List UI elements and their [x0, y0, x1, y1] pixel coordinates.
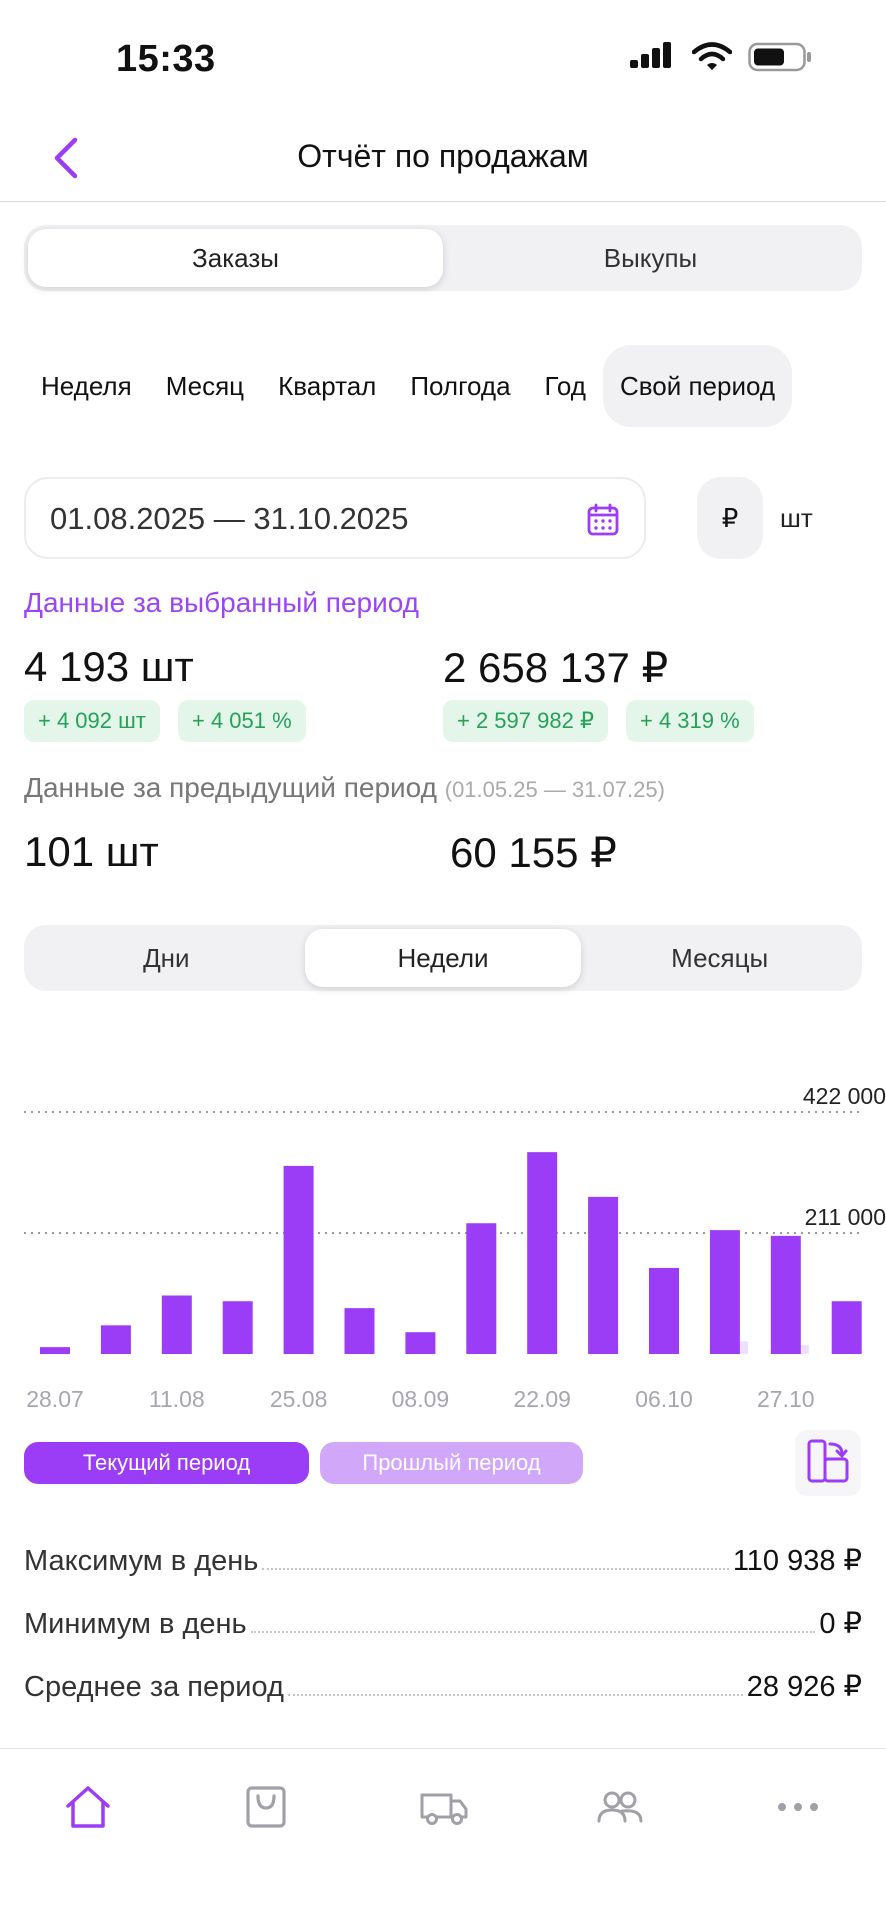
period-tab-week[interactable]: Неделя — [24, 345, 149, 427]
stat-leader-line — [250, 1631, 816, 1633]
unit-sht-button[interactable]: шт — [780, 477, 813, 559]
status-time: 15:33 — [116, 38, 216, 80]
current-quantity: 4 193 шт — [24, 643, 194, 690]
tab-home[interactable] — [58, 1779, 118, 1839]
period-tab-half-year[interactable]: Полгода — [393, 345, 527, 427]
tab-orders[interactable]: Заказы — [28, 229, 443, 287]
stat-label-max: Максимум в день — [24, 1545, 259, 1577]
date-range-field[interactable]: 01.08.2025 — 31.10.2025 — [24, 477, 646, 559]
stat-value-min: 0 ₽ — [819, 1608, 862, 1640]
chart-bar-current — [709, 1230, 740, 1354]
battery-icon — [748, 42, 812, 77]
calendar-icon[interactable] — [586, 503, 620, 542]
quantity-delta-badge: + 4 092 шт — [24, 700, 160, 742]
page-title: Отчёт по продажам — [297, 138, 589, 174]
rotate-screen-button[interactable] — [795, 1430, 861, 1496]
wifi-icon — [691, 42, 733, 77]
unit-rub-button[interactable]: ₽ — [697, 477, 763, 559]
period-tab-quarter[interactable]: Квартал — [261, 345, 393, 427]
chart-bar-current — [649, 1267, 679, 1354]
chart-x-tick-label: 08.09 — [392, 1386, 450, 1412]
revenue-delta-badge: + 2 597 982 ₽ — [443, 700, 608, 742]
more-icon — [776, 1800, 820, 1818]
chart-x-tick-label: 11.08 — [149, 1386, 205, 1412]
current-period-label: Данные за выбранный период — [24, 587, 420, 618]
signal-icon — [630, 42, 676, 77]
users-icon — [595, 1787, 645, 1832]
stat-label-average: Среднее за период — [24, 1671, 284, 1703]
period-tab-year[interactable]: Год — [528, 345, 603, 427]
date-range-value: 01.08.2025 — 31.10.2025 — [50, 501, 409, 536]
period-tab-custom[interactable]: Свой период — [602, 345, 793, 427]
tab-users[interactable] — [590, 1779, 650, 1839]
previous-period-label: Данные за предыдущий период (01.05.25 — … — [24, 772, 665, 804]
chart-bar-current — [222, 1301, 253, 1354]
granularity-tabs: Дни Недели Месяцы — [24, 925, 862, 991]
tab-delivery[interactable] — [414, 1779, 474, 1839]
chart-bar-current — [527, 1152, 558, 1354]
sales-bar-chart: 422 000 211 000 28.07 11.08 25.08 08.09 22.09 0… — [24, 1083, 886, 1412]
chart-bar-current — [770, 1235, 801, 1354]
chart-bar-current — [344, 1308, 375, 1354]
tab-months[interactable]: Месяцы — [581, 929, 858, 987]
chart-bar-current — [405, 1332, 436, 1354]
status-icons — [630, 42, 812, 77]
tab-buyouts[interactable]: Выкупы — [443, 229, 858, 287]
current-revenue: 2 658 137 ₽ — [443, 644, 669, 691]
rotate-screen-icon — [806, 1438, 850, 1489]
tab-weeks[interactable]: Недели — [304, 929, 582, 987]
stat-leader-line — [262, 1568, 729, 1570]
chart-y-tick-label: 211 000 — [805, 1204, 886, 1230]
stat-row-min: Минимум в день 0 ₽ — [24, 1597, 862, 1641]
previous-revenue: 60 155 ₽ — [450, 829, 617, 876]
chart-x-tick-label: 28.07 — [26, 1386, 84, 1412]
chart-x-tick-label: 06.10 — [635, 1386, 693, 1412]
report-type-tabs: Заказы Выкупы — [24, 225, 862, 291]
previous-period-title: Данные за предыдущий период — [24, 772, 437, 803]
previous-quantity: 101 шт — [24, 828, 159, 875]
chart-bar-current — [161, 1295, 192, 1354]
stat-value-average: 28 926 ₽ — [746, 1671, 862, 1703]
truck-icon — [419, 1787, 469, 1832]
chart-bar-current — [100, 1325, 131, 1354]
revenue-percent-badge: + 4 319 % — [626, 700, 754, 742]
shopping-bag-icon — [244, 1784, 288, 1835]
tab-shopping[interactable] — [236, 1779, 296, 1839]
period-tabs: Неделя Месяц Квартал Полгода Год Свой пе… — [24, 345, 793, 427]
chart-bar-current — [283, 1165, 314, 1354]
tab-more[interactable] — [768, 1779, 828, 1839]
bottom-tab-bar — [0, 1748, 886, 1920]
chart-bar-current — [588, 1196, 619, 1354]
nav-header: Отчёт по продажам — [0, 120, 886, 202]
stat-value-max: 110 938 ₽ — [732, 1545, 862, 1577]
legend-previous-period[interactable]: Прошлый период — [320, 1442, 583, 1484]
chart-x-tick-label: 22.09 — [513, 1386, 571, 1412]
chart-x-tick-label: 25.08 — [270, 1386, 328, 1412]
legend-current-period[interactable]: Текущий период — [24, 1442, 309, 1484]
period-tab-month[interactable]: Месяц — [149, 345, 261, 427]
chart-bar-current — [466, 1223, 497, 1354]
stat-row-max: Максимум в день 110 938 ₽ — [24, 1534, 862, 1578]
chart-y-tick-label: 422 000 — [803, 1083, 886, 1109]
home-icon — [64, 1784, 112, 1835]
chart-bar-current — [40, 1347, 70, 1354]
status-bar: 15:33 — [0, 0, 886, 120]
chart-bar-current — [831, 1301, 862, 1354]
previous-period-dates: (01.05.25 — 31.07.25) — [444, 777, 665, 802]
quantity-percent-badge: + 4 051 % — [178, 700, 306, 742]
tab-days[interactable]: Дни — [28, 929, 305, 987]
chart-x-tick-label: 27.10 — [757, 1386, 815, 1412]
stat-label-min: Минимум в день — [24, 1608, 247, 1640]
stat-leader-line — [287, 1694, 743, 1696]
stat-row-average: Среднее за период 28 926 ₽ — [24, 1660, 862, 1704]
